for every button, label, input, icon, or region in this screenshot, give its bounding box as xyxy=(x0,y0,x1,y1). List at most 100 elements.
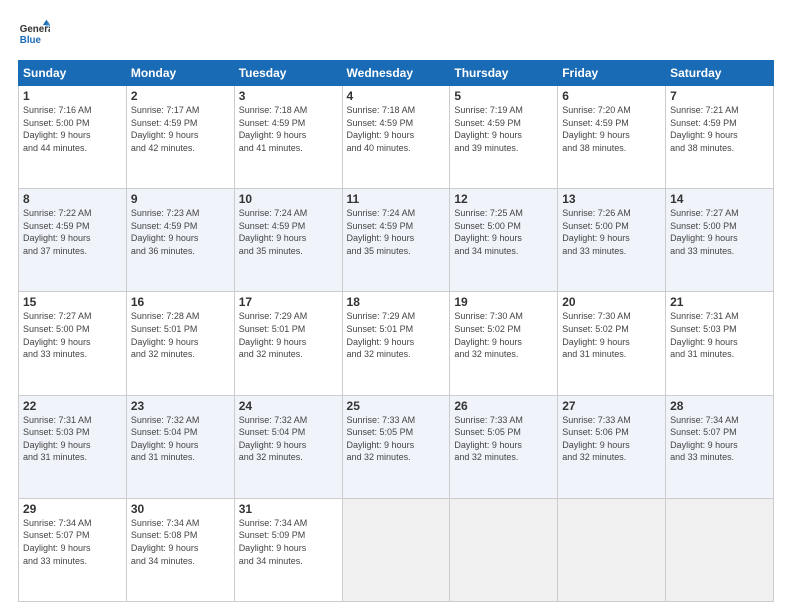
day-number: 25 xyxy=(347,399,446,413)
day-number: 11 xyxy=(347,192,446,206)
col-header-saturday: Saturday xyxy=(666,61,774,86)
day-info: Sunrise: 7:34 AMSunset: 5:07 PMDaylight:… xyxy=(23,518,92,566)
calendar-cell: 18 Sunrise: 7:29 AMSunset: 5:01 PMDaylig… xyxy=(342,292,450,395)
day-info: Sunrise: 7:27 AMSunset: 5:00 PMDaylight:… xyxy=(670,208,739,256)
day-number: 24 xyxy=(239,399,338,413)
day-number: 26 xyxy=(454,399,553,413)
day-info: Sunrise: 7:33 AMSunset: 5:06 PMDaylight:… xyxy=(562,415,631,463)
day-number: 13 xyxy=(562,192,661,206)
calendar-cell: 31 Sunrise: 7:34 AMSunset: 5:09 PMDaylig… xyxy=(234,498,342,601)
calendar-cell: 13 Sunrise: 7:26 AMSunset: 5:00 PMDaylig… xyxy=(558,189,666,292)
logo: General Blue xyxy=(18,18,54,50)
calendar-cell: 22 Sunrise: 7:31 AMSunset: 5:03 PMDaylig… xyxy=(19,395,127,498)
day-info: Sunrise: 7:22 AMSunset: 4:59 PMDaylight:… xyxy=(23,208,92,256)
calendar-cell: 10 Sunrise: 7:24 AMSunset: 4:59 PMDaylig… xyxy=(234,189,342,292)
day-number: 9 xyxy=(131,192,230,206)
calendar-cell: 24 Sunrise: 7:32 AMSunset: 5:04 PMDaylig… xyxy=(234,395,342,498)
day-info: Sunrise: 7:25 AMSunset: 5:00 PMDaylight:… xyxy=(454,208,523,256)
calendar-week-1: 1 Sunrise: 7:16 AMSunset: 5:00 PMDayligh… xyxy=(19,86,774,189)
day-info: Sunrise: 7:34 AMSunset: 5:09 PMDaylight:… xyxy=(239,518,308,566)
calendar-cell: 8 Sunrise: 7:22 AMSunset: 4:59 PMDayligh… xyxy=(19,189,127,292)
day-info: Sunrise: 7:33 AMSunset: 5:05 PMDaylight:… xyxy=(347,415,416,463)
day-number: 15 xyxy=(23,295,122,309)
day-info: Sunrise: 7:30 AMSunset: 5:02 PMDaylight:… xyxy=(562,311,631,359)
day-number: 19 xyxy=(454,295,553,309)
calendar-cell: 7 Sunrise: 7:21 AMSunset: 4:59 PMDayligh… xyxy=(666,86,774,189)
day-number: 30 xyxy=(131,502,230,516)
day-info: Sunrise: 7:34 AMSunset: 5:07 PMDaylight:… xyxy=(670,415,739,463)
day-number: 5 xyxy=(454,89,553,103)
day-number: 14 xyxy=(670,192,769,206)
day-number: 20 xyxy=(562,295,661,309)
calendar-cell: 21 Sunrise: 7:31 AMSunset: 5:03 PMDaylig… xyxy=(666,292,774,395)
day-info: Sunrise: 7:20 AMSunset: 4:59 PMDaylight:… xyxy=(562,105,631,153)
day-number: 10 xyxy=(239,192,338,206)
header: General Blue xyxy=(18,18,774,50)
calendar-cell xyxy=(558,498,666,601)
day-number: 4 xyxy=(347,89,446,103)
day-info: Sunrise: 7:29 AMSunset: 5:01 PMDaylight:… xyxy=(347,311,416,359)
page: General Blue SundayMondayTuesdayWednesda… xyxy=(0,0,792,612)
calendar-cell: 26 Sunrise: 7:33 AMSunset: 5:05 PMDaylig… xyxy=(450,395,558,498)
calendar-cell: 4 Sunrise: 7:18 AMSunset: 4:59 PMDayligh… xyxy=(342,86,450,189)
day-info: Sunrise: 7:19 AMSunset: 4:59 PMDaylight:… xyxy=(454,105,523,153)
day-number: 27 xyxy=(562,399,661,413)
day-info: Sunrise: 7:30 AMSunset: 5:02 PMDaylight:… xyxy=(454,311,523,359)
calendar-week-5: 29 Sunrise: 7:34 AMSunset: 5:07 PMDaylig… xyxy=(19,498,774,601)
svg-text:Blue: Blue xyxy=(20,35,42,46)
calendar-cell xyxy=(666,498,774,601)
calendar-cell: 12 Sunrise: 7:25 AMSunset: 5:00 PMDaylig… xyxy=(450,189,558,292)
calendar-cell: 28 Sunrise: 7:34 AMSunset: 5:07 PMDaylig… xyxy=(666,395,774,498)
col-header-tuesday: Tuesday xyxy=(234,61,342,86)
calendar-table: SundayMondayTuesdayWednesdayThursdayFrid… xyxy=(18,60,774,602)
day-info: Sunrise: 7:32 AMSunset: 5:04 PMDaylight:… xyxy=(131,415,200,463)
day-number: 22 xyxy=(23,399,122,413)
calendar-cell: 3 Sunrise: 7:18 AMSunset: 4:59 PMDayligh… xyxy=(234,86,342,189)
calendar-cell: 29 Sunrise: 7:34 AMSunset: 5:07 PMDaylig… xyxy=(19,498,127,601)
calendar-cell: 9 Sunrise: 7:23 AMSunset: 4:59 PMDayligh… xyxy=(126,189,234,292)
day-info: Sunrise: 7:18 AMSunset: 4:59 PMDaylight:… xyxy=(347,105,416,153)
col-header-sunday: Sunday xyxy=(19,61,127,86)
calendar-cell xyxy=(450,498,558,601)
day-info: Sunrise: 7:24 AMSunset: 4:59 PMDaylight:… xyxy=(347,208,416,256)
calendar-week-2: 8 Sunrise: 7:22 AMSunset: 4:59 PMDayligh… xyxy=(19,189,774,292)
calendar-cell: 27 Sunrise: 7:33 AMSunset: 5:06 PMDaylig… xyxy=(558,395,666,498)
calendar-cell: 23 Sunrise: 7:32 AMSunset: 5:04 PMDaylig… xyxy=(126,395,234,498)
col-header-friday: Friday xyxy=(558,61,666,86)
day-info: Sunrise: 7:27 AMSunset: 5:00 PMDaylight:… xyxy=(23,311,92,359)
day-number: 29 xyxy=(23,502,122,516)
day-number: 17 xyxy=(239,295,338,309)
day-info: Sunrise: 7:26 AMSunset: 5:00 PMDaylight:… xyxy=(562,208,631,256)
day-number: 28 xyxy=(670,399,769,413)
calendar-cell: 16 Sunrise: 7:28 AMSunset: 5:01 PMDaylig… xyxy=(126,292,234,395)
calendar-cell: 11 Sunrise: 7:24 AMSunset: 4:59 PMDaylig… xyxy=(342,189,450,292)
calendar-cell: 17 Sunrise: 7:29 AMSunset: 5:01 PMDaylig… xyxy=(234,292,342,395)
day-info: Sunrise: 7:31 AMSunset: 5:03 PMDaylight:… xyxy=(670,311,739,359)
day-info: Sunrise: 7:17 AMSunset: 4:59 PMDaylight:… xyxy=(131,105,200,153)
calendar-cell: 14 Sunrise: 7:27 AMSunset: 5:00 PMDaylig… xyxy=(666,189,774,292)
day-number: 23 xyxy=(131,399,230,413)
day-number: 6 xyxy=(562,89,661,103)
day-info: Sunrise: 7:16 AMSunset: 5:00 PMDaylight:… xyxy=(23,105,92,153)
day-info: Sunrise: 7:29 AMSunset: 5:01 PMDaylight:… xyxy=(239,311,308,359)
col-header-monday: Monday xyxy=(126,61,234,86)
day-info: Sunrise: 7:18 AMSunset: 4:59 PMDaylight:… xyxy=(239,105,308,153)
day-number: 2 xyxy=(131,89,230,103)
day-info: Sunrise: 7:31 AMSunset: 5:03 PMDaylight:… xyxy=(23,415,92,463)
calendar-week-3: 15 Sunrise: 7:27 AMSunset: 5:00 PMDaylig… xyxy=(19,292,774,395)
day-number: 8 xyxy=(23,192,122,206)
day-info: Sunrise: 7:32 AMSunset: 5:04 PMDaylight:… xyxy=(239,415,308,463)
calendar-cell: 6 Sunrise: 7:20 AMSunset: 4:59 PMDayligh… xyxy=(558,86,666,189)
day-number: 7 xyxy=(670,89,769,103)
calendar-cell: 15 Sunrise: 7:27 AMSunset: 5:00 PMDaylig… xyxy=(19,292,127,395)
day-number: 21 xyxy=(670,295,769,309)
calendar-cell: 30 Sunrise: 7:34 AMSunset: 5:08 PMDaylig… xyxy=(126,498,234,601)
day-info: Sunrise: 7:33 AMSunset: 5:05 PMDaylight:… xyxy=(454,415,523,463)
day-number: 31 xyxy=(239,502,338,516)
calendar-cell xyxy=(342,498,450,601)
calendar-week-4: 22 Sunrise: 7:31 AMSunset: 5:03 PMDaylig… xyxy=(19,395,774,498)
col-header-thursday: Thursday xyxy=(450,61,558,86)
col-header-wednesday: Wednesday xyxy=(342,61,450,86)
day-number: 18 xyxy=(347,295,446,309)
day-info: Sunrise: 7:21 AMSunset: 4:59 PMDaylight:… xyxy=(670,105,739,153)
